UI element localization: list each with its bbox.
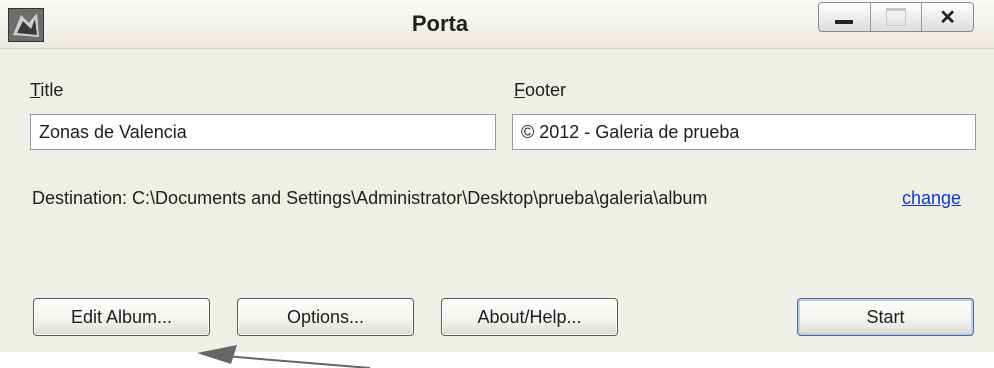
footer-label: Footer <box>514 80 567 100</box>
close-icon: ✕ <box>939 6 957 29</box>
edit-album-button[interactable]: Edit Album... <box>33 298 210 336</box>
options-button[interactable]: Options... <box>237 298 414 336</box>
title-bar[interactable]: Porta ✕ <box>0 0 994 49</box>
window-caption-buttons: ✕ <box>818 2 974 32</box>
title-label: Title <box>30 80 64 100</box>
footer-input[interactable]: © 2012 - Galeria de prueba <box>512 114 976 150</box>
start-button[interactable]: Start <box>797 298 974 336</box>
bottom-edge <box>0 352 994 368</box>
change-destination-link[interactable]: change <box>902 188 961 209</box>
close-button[interactable]: ✕ <box>922 3 973 31</box>
title-input[interactable]: Zonas de Valencia <box>30 114 496 150</box>
window-title: Porta <box>411 11 469 36</box>
minimize-icon <box>835 20 854 24</box>
porta-window: Porta ✕ Title Zonas de Valencia Footer ©… <box>0 0 994 368</box>
about-help-button[interactable]: About/Help... <box>441 298 618 336</box>
minimize-button[interactable] <box>819 3 871 31</box>
destination-path: Destination: C:\Documents and Settings\A… <box>32 188 708 208</box>
maximize-button[interactable] <box>871 3 923 31</box>
maximize-icon <box>886 8 906 26</box>
